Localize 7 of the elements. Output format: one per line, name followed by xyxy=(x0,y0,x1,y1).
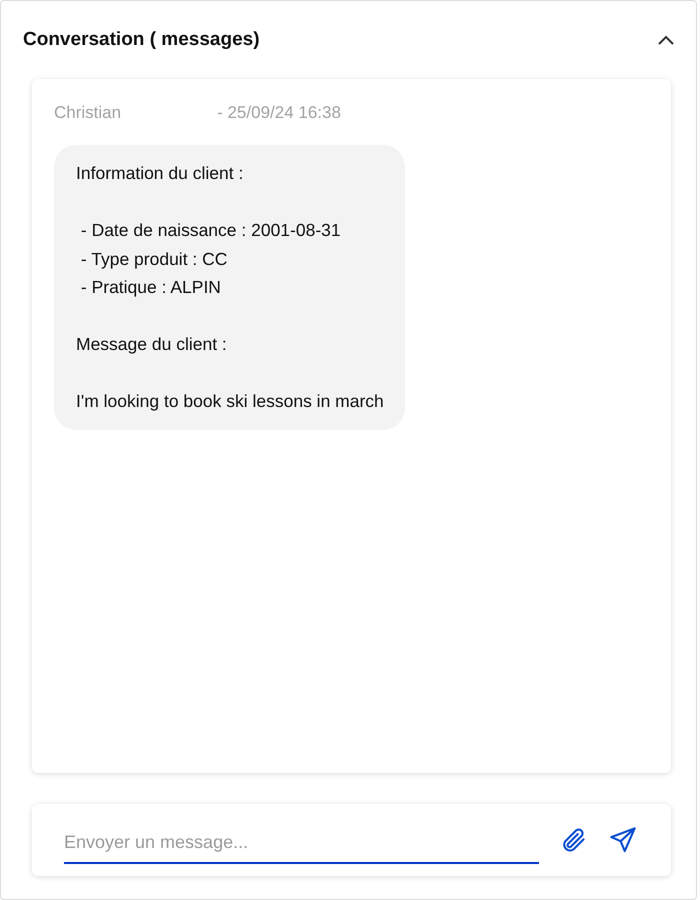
panel-title: Conversation ( messages) xyxy=(23,29,260,51)
send-icon xyxy=(609,826,637,854)
message-bubble: Information du client : - Date de naissance : 2001-08-31 - Type produit : CC - Pratique : ALPIN Message du client : I'm looking to book ski lessons in march xyxy=(54,145,405,430)
author-name: Christian xyxy=(54,103,122,123)
message-field[interactable]: Envoyer un message... xyxy=(64,822,539,864)
message-timestamp: - 25/09/24 16:38 xyxy=(217,103,341,123)
chevron-icon xyxy=(657,34,675,46)
